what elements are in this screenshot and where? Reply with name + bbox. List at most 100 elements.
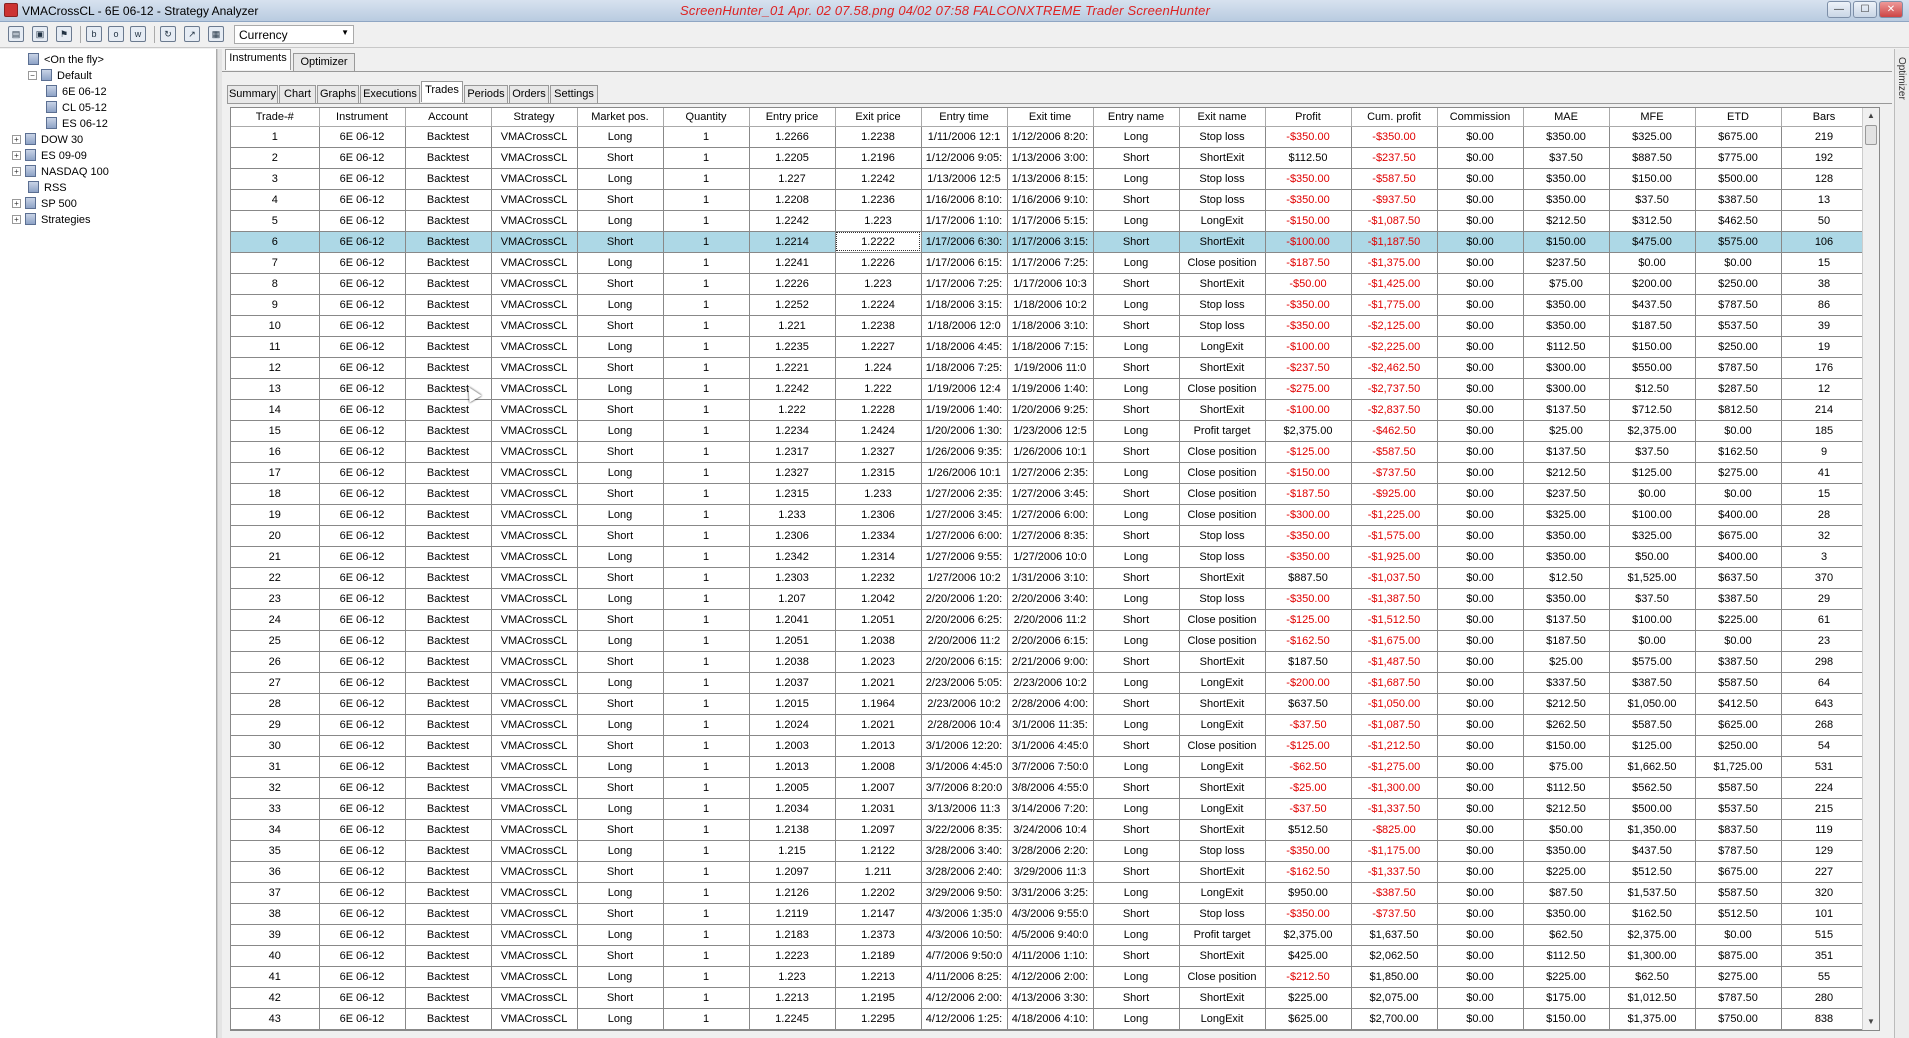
table-row[interactable]: 32 6E 06-12 Backtest VMACrossCL Short 1 1.2005… bbox=[231, 777, 1868, 799]
save-icon[interactable]: ▣ bbox=[32, 26, 48, 42]
tab-orders[interactable]: Orders bbox=[509, 85, 549, 104]
tree-item[interactable]: + NASDAQ 100 bbox=[12, 164, 109, 180]
table-row[interactable]: 42 6E 06-12 Backtest VMACrossCL Short 1 1.2213… bbox=[231, 987, 1868, 1009]
table-row[interactable]: 27 6E 06-12 Backtest VMACrossCL Long 1 1.2037 1… bbox=[231, 672, 1868, 694]
column-header[interactable]: Market pos. bbox=[577, 108, 664, 127]
column-header[interactable]: Exit price bbox=[835, 108, 922, 127]
table-row[interactable]: 11 6E 06-12 Backtest VMACrossCL Long 1 1.2235 1… bbox=[231, 336, 1868, 358]
tab-optimizer[interactable]: Optimizer bbox=[293, 53, 355, 72]
tab-trades[interactable]: Trades bbox=[421, 81, 463, 102]
tree-expander-icon[interactable]: + bbox=[12, 215, 21, 224]
scroll-down-icon[interactable]: ▼ bbox=[1863, 1014, 1879, 1030]
table-row[interactable]: 28 6E 06-12 Backtest VMACrossCL Short 1 1.2015… bbox=[231, 693, 1868, 715]
tree-expander-icon[interactable]: + bbox=[12, 135, 21, 144]
currency-select[interactable]: Currency ▼ bbox=[234, 25, 354, 44]
column-header[interactable]: Exit time bbox=[1007, 108, 1094, 127]
table-row[interactable]: 12 6E 06-12 Backtest VMACrossCL Short 1 1.2221… bbox=[231, 357, 1868, 379]
tree-expander-icon[interactable]: + bbox=[12, 199, 21, 208]
scroll-thumb[interactable] bbox=[1865, 125, 1877, 145]
table-row[interactable]: 35 6E 06-12 Backtest VMACrossCL Long 1 1.215 1.… bbox=[231, 840, 1868, 862]
o-icon[interactable]: o bbox=[108, 26, 124, 42]
tab-chart[interactable]: Chart bbox=[279, 85, 316, 104]
tree-expander-icon[interactable]: + bbox=[12, 151, 21, 160]
column-header[interactable]: Profit bbox=[1265, 108, 1352, 127]
table-row[interactable]: 34 6E 06-12 Backtest VMACrossCL Short 1 1.2138… bbox=[231, 819, 1868, 841]
w-icon[interactable]: w bbox=[130, 26, 146, 42]
column-header[interactable]: MFE bbox=[1609, 108, 1696, 127]
minimize-button[interactable]: — bbox=[1827, 1, 1851, 18]
table-row[interactable]: 15 6E 06-12 Backtest VMACrossCL Long 1 1.2234 1… bbox=[231, 420, 1868, 442]
table-row[interactable]: 4 6E 06-12 Backtest VMACrossCL Short 1 1.2208 1… bbox=[231, 189, 1868, 211]
column-header[interactable]: Commission bbox=[1437, 108, 1524, 127]
column-header[interactable]: Entry name bbox=[1093, 108, 1180, 127]
tree-expander-icon[interactable]: + bbox=[12, 167, 21, 176]
tree-item[interactable]: <On the fly> bbox=[28, 52, 104, 68]
table-row[interactable]: 40 6E 06-12 Backtest VMACrossCL Short 1 1.2223… bbox=[231, 945, 1868, 967]
table-row[interactable]: 18 6E 06-12 Backtest VMACrossCL Short 1 1.2315… bbox=[231, 483, 1868, 505]
table-row[interactable]: 22 6E 06-12 Backtest VMACrossCL Short 1 1.2303… bbox=[231, 567, 1868, 589]
tree-item[interactable]: + DOW 30 bbox=[12, 132, 83, 148]
table-row[interactable]: 2 6E 06-12 Backtest VMACrossCL Short 1 1.2205 1… bbox=[231, 147, 1868, 169]
tree-item[interactable]: CL 05-12 bbox=[46, 100, 107, 116]
close-button[interactable]: ✕ bbox=[1879, 1, 1903, 18]
table-row[interactable]: 36 6E 06-12 Backtest VMACrossCL Short 1 1.2097… bbox=[231, 861, 1868, 883]
table-row[interactable]: 29 6E 06-12 Backtest VMACrossCL Long 1 1.2024 1… bbox=[231, 714, 1868, 736]
table-row[interactable]: 39 6E 06-12 Backtest VMACrossCL Long 1 1.2183 1… bbox=[231, 924, 1868, 946]
column-header[interactable]: Quantity bbox=[663, 108, 750, 127]
tree-expander-icon[interactable]: − bbox=[28, 71, 37, 80]
tree-item[interactable]: − Default bbox=[28, 68, 92, 84]
tree-item[interactable]: + Strategies bbox=[12, 212, 91, 228]
tree-item[interactable]: + ES 09-09 bbox=[12, 148, 87, 164]
table-row[interactable]: 41 6E 06-12 Backtest VMACrossCL Long 1 1.223 1.… bbox=[231, 966, 1868, 988]
tab-graphs[interactable]: Graphs bbox=[317, 85, 359, 104]
table-row[interactable]: 8 6E 06-12 Backtest VMACrossCL Short 1 1.2226 1… bbox=[231, 273, 1868, 295]
table-row[interactable]: 26 6E 06-12 Backtest VMACrossCL Short 1 1.2038… bbox=[231, 651, 1868, 673]
table-row[interactable]: 1 6E 06-12 Backtest VMACrossCL Long 1 1.2266 1.… bbox=[231, 126, 1868, 148]
table-row[interactable]: 25 6E 06-12 Backtest VMACrossCL Long 1 1.2051 1… bbox=[231, 630, 1868, 652]
column-header[interactable]: Account bbox=[405, 108, 492, 127]
table-row[interactable]: 7 6E 06-12 Backtest VMACrossCL Long 1 1.2241 1.… bbox=[231, 252, 1868, 274]
table-row[interactable]: 24 6E 06-12 Backtest VMACrossCL Short 1 1.2041… bbox=[231, 609, 1868, 631]
tab-summary[interactable]: Summary bbox=[227, 85, 278, 104]
column-header[interactable]: ETD bbox=[1695, 108, 1782, 127]
b-icon[interactable]: b bbox=[86, 26, 102, 42]
link-icon[interactable]: ↗ bbox=[184, 26, 200, 42]
refresh-icon[interactable]: ↻ bbox=[160, 26, 176, 42]
tab-settings[interactable]: Settings bbox=[550, 85, 598, 104]
table-row[interactable]: 37 6E 06-12 Backtest VMACrossCL Long 1 1.2126 1… bbox=[231, 882, 1868, 904]
flag-icon[interactable]: ⚑ bbox=[56, 26, 72, 42]
table-row[interactable]: 33 6E 06-12 Backtest VMACrossCL Long 1 1.2034 1… bbox=[231, 798, 1868, 820]
table-row[interactable]: 6 6E 06-12 Backtest VMACrossCL Short 1 1.2214 1… bbox=[231, 231, 1868, 253]
side-panel-strip[interactable]: Optimizer bbox=[1894, 49, 1909, 1038]
column-header[interactable]: Entry price bbox=[749, 108, 836, 127]
vertical-scrollbar[interactable]: ▲ ▼ bbox=[1862, 108, 1879, 1030]
tree-item[interactable]: + SP 500 bbox=[12, 196, 77, 212]
table-row[interactable]: 14 6E 06-12 Backtest VMACrossCL Short 1 1.222 1… bbox=[231, 399, 1868, 421]
grid-icon[interactable]: ▦ bbox=[208, 26, 224, 42]
open-folder-icon[interactable]: ▤ bbox=[8, 26, 24, 42]
scroll-up-icon[interactable]: ▲ bbox=[1863, 108, 1879, 124]
table-row[interactable]: 23 6E 06-12 Backtest VMACrossCL Long 1 1.207 1.… bbox=[231, 588, 1868, 610]
table-row[interactable]: 10 6E 06-12 Backtest VMACrossCL Short 1 1.221 1… bbox=[231, 315, 1868, 337]
table-row[interactable]: 9 6E 06-12 Backtest VMACrossCL Long 1 1.2252 1.… bbox=[231, 294, 1868, 316]
column-header[interactable]: Exit name bbox=[1179, 108, 1266, 127]
column-header[interactable]: Cum. profit bbox=[1351, 108, 1438, 127]
column-header[interactable]: Bars bbox=[1781, 108, 1868, 127]
column-header[interactable]: MAE bbox=[1523, 108, 1610, 127]
table-row[interactable]: 43 6E 06-12 Backtest VMACrossCL Long 1 1.2245 1… bbox=[231, 1008, 1868, 1030]
maximize-button[interactable]: ☐ bbox=[1853, 1, 1877, 18]
table-row[interactable]: 19 6E 06-12 Backtest VMACrossCL Long 1 1.233 1.… bbox=[231, 504, 1868, 526]
table-row[interactable]: 38 6E 06-12 Backtest VMACrossCL Short 1 1.2119… bbox=[231, 903, 1868, 925]
column-header[interactable]: Entry time bbox=[921, 108, 1008, 127]
column-header[interactable]: Strategy bbox=[491, 108, 578, 127]
tree-item[interactable]: ES 06-12 bbox=[46, 116, 108, 132]
tree-item[interactable]: 6E 06-12 bbox=[46, 84, 107, 100]
table-row[interactable]: 21 6E 06-12 Backtest VMACrossCL Long 1 1.2342 1… bbox=[231, 546, 1868, 568]
table-row[interactable]: 17 6E 06-12 Backtest VMACrossCL Long 1 1.2327 1… bbox=[231, 462, 1868, 484]
table-row[interactable]: 3 6E 06-12 Backtest VMACrossCL Long 1 1.227 1.2… bbox=[231, 168, 1868, 190]
column-header[interactable]: Instrument bbox=[319, 108, 406, 127]
tree-item[interactable]: RSS bbox=[28, 180, 67, 196]
table-row[interactable]: 31 6E 06-12 Backtest VMACrossCL Long 1 1.2013 1… bbox=[231, 756, 1868, 778]
table-row[interactable]: 5 6E 06-12 Backtest VMACrossCL Long 1 1.2242 1.… bbox=[231, 210, 1868, 232]
table-row[interactable]: 30 6E 06-12 Backtest VMACrossCL Short 1 1.2003… bbox=[231, 735, 1868, 757]
